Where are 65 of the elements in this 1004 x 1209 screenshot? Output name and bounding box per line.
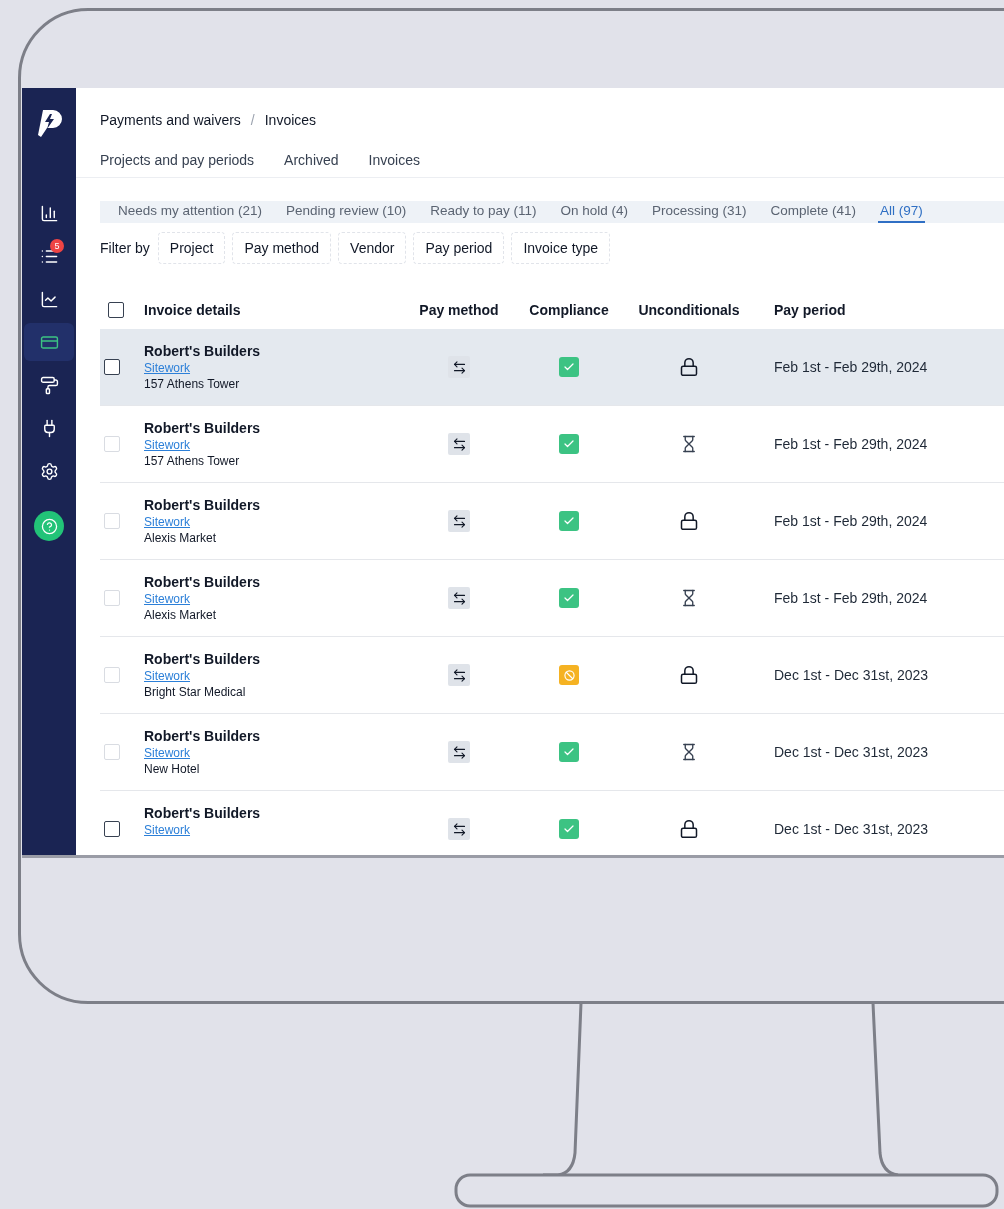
header-checkbox[interactable] (108, 302, 124, 319)
column-header: Invoice details (144, 300, 242, 320)
status-tab[interactable]: Needs my attention (21) (116, 201, 265, 224)
status-tab[interactable]: Complete (41) (768, 201, 859, 224)
project-name: Bright Star Medical (144, 684, 247, 701)
pay-period: Feb 1st - Feb 29th, 2024 (774, 588, 928, 608)
line-chart-icon (39, 289, 59, 309)
subnav-link[interactable]: Projects and pay periods (100, 150, 255, 171)
vendor-name: Robert's Builders (144, 496, 262, 515)
transfer-icon (448, 741, 470, 764)
column-header: Unconditionals (637, 300, 741, 320)
vendor-name: Robert's Builders (144, 727, 262, 746)
transfer-icon (448, 818, 470, 841)
status-tab[interactable]: Ready to pay (11) (428, 201, 539, 224)
filter-label: Filter by (100, 238, 150, 258)
status-tab[interactable]: On hold (4) (558, 201, 630, 224)
column-header: Pay method (418, 300, 500, 320)
filter-chip[interactable]: Vendor (338, 232, 407, 265)
logo-icon (35, 108, 63, 138)
status-tab[interactable]: Pending review (10) (284, 201, 409, 224)
vendor-name: Robert's Builders (144, 650, 262, 669)
trade-link[interactable]: Sitework (144, 360, 190, 377)
transfer-icon (448, 510, 470, 533)
project-name: Alexis Market (144, 530, 218, 547)
bar-chart-icon (39, 203, 59, 223)
transfer-icon (448, 664, 470, 687)
paint-roller-icon (39, 375, 59, 395)
vendor-name: Robert's Builders (144, 342, 262, 361)
filter-chip[interactable]: Project (157, 232, 226, 265)
row-checkbox[interactable] (104, 359, 120, 376)
project-name: Alexis Market (144, 607, 218, 624)
project-name: New Hotel (144, 761, 201, 778)
pay-period: Dec 1st - Dec 31st, 2023 (774, 665, 929, 685)
transfer-icon (448, 433, 470, 456)
transfer-icon (448, 587, 470, 610)
trade-link[interactable]: Sitework (144, 822, 190, 839)
vendor-name: Robert's Builders (144, 573, 262, 592)
subnav-link[interactable]: Invoices (368, 150, 420, 171)
breadcrumb-link[interactable]: Payments and waivers (100, 110, 241, 131)
pay-period: Feb 1st - Feb 29th, 2024 (774, 511, 928, 531)
breadcrumb-separator: / (250, 111, 255, 130)
filter-chip[interactable]: Invoice type (511, 232, 611, 265)
column-header: Pay period (774, 300, 846, 320)
pay-period: Dec 1st - Dec 31st, 2023 (774, 742, 929, 762)
filter-chip[interactable]: Pay period (413, 232, 505, 265)
filter-chip[interactable]: Pay method (232, 232, 332, 265)
pay-period: Feb 1st - Feb 29th, 2024 (774, 357, 928, 377)
project-name: 157 Athens Tower (144, 453, 241, 470)
column-header: Compliance (528, 300, 610, 320)
status-tab[interactable]: Processing (31) (650, 201, 749, 224)
vendor-name: Robert's Builders (144, 419, 262, 438)
subnav-link[interactable]: Archived (284, 150, 339, 171)
row-checkbox[interactable] (104, 821, 120, 838)
status-tab[interactable]: All (97) (878, 201, 925, 224)
breadcrumb-current: Invoices (264, 111, 317, 130)
table-row[interactable]: Robert's Builders Sitework 157 Athens Tower Feb 1st - Feb 29th, 2024 (100, 329, 1004, 407)
transfer-icon (448, 356, 470, 379)
vendor-name: Robert's Builders (144, 804, 262, 823)
help-button[interactable] (34, 511, 64, 541)
pay-period: Feb 1st - Feb 29th, 2024 (774, 434, 928, 454)
settings-icon (39, 461, 59, 481)
pay-period: Dec 1st - Dec 31st, 2023 (774, 819, 929, 839)
project-name: 157 Athens Tower (144, 376, 241, 393)
notification-badge: 5 (50, 239, 64, 253)
help-icon (40, 517, 58, 535)
